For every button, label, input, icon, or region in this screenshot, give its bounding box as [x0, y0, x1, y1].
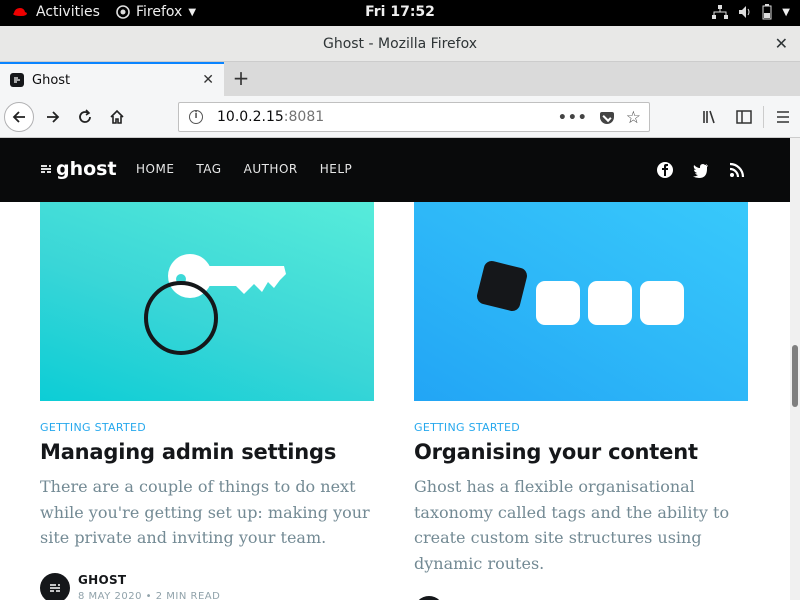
tab-ghost[interactable]: Ghost ✕	[0, 62, 224, 96]
post-date-readtime: 8 MAY 2020 • 2 MIN READ	[78, 591, 220, 600]
system-tray[interactable]: ▼	[712, 4, 790, 20]
activities-button[interactable]: Activities	[12, 4, 100, 20]
scrollbar-thumb[interactable]	[792, 345, 798, 407]
nav-help[interactable]: HELP	[320, 162, 353, 176]
twitter-icon[interactable]	[692, 161, 710, 179]
back-arrow-icon	[12, 111, 25, 123]
pocket-icon[interactable]	[599, 112, 614, 124]
post-tag[interactable]: GETTING STARTED	[40, 421, 374, 434]
post-date: 8 MAY 2020	[78, 590, 142, 600]
site-info-icon[interactable]: i	[189, 110, 203, 124]
home-button[interactable]	[102, 102, 132, 132]
home-icon	[110, 109, 124, 124]
reload-button[interactable]	[70, 102, 100, 132]
url-port: :8081	[283, 109, 325, 125]
post-meta	[414, 596, 748, 600]
logo-text: ghost	[56, 158, 117, 180]
tab-label: Ghost	[32, 72, 71, 88]
chevron-down-icon: ▼	[782, 6, 790, 18]
rss-icon[interactable]	[728, 161, 746, 179]
window-title: Ghost - Mozilla Firefox	[322, 36, 478, 52]
nav-author[interactable]: AUTHOR	[244, 162, 298, 176]
post-tag[interactable]: GETTING STARTED	[414, 421, 748, 434]
post-title[interactable]: Organising your content	[414, 440, 748, 464]
toolbar-separator	[763, 106, 764, 128]
window-titlebar: Ghost - Mozilla Firefox ✕	[0, 26, 800, 62]
blocks-illustration-icon	[477, 261, 684, 325]
firefox-app-icon	[116, 5, 130, 19]
url-bar[interactable]: i 10.0.2.15:8081 ••• ☆	[178, 102, 650, 132]
post-meta: GHOST 8 MAY 2020 • 2 MIN READ	[40, 572, 374, 600]
ghost-logo-icon	[50, 583, 60, 592]
redhat-logo-icon	[13, 8, 27, 16]
post-image[interactable]	[414, 202, 748, 401]
site-nav: HOME TAG AUTHOR HELP	[136, 162, 352, 176]
hamburger-menu-icon[interactable]	[766, 102, 800, 132]
tab-strip: Ghost ✕ +	[0, 62, 800, 96]
volume-icon	[739, 6, 750, 18]
forward-button[interactable]	[38, 102, 68, 132]
forward-arrow-icon	[47, 111, 60, 123]
ghost-logo-icon	[41, 165, 51, 173]
battery-icon	[762, 4, 772, 20]
back-button[interactable]	[4, 102, 34, 132]
post-title[interactable]: Managing admin settings	[40, 440, 374, 464]
post-excerpt: Ghost has a flexible organisational taxo…	[414, 477, 730, 573]
facebook-icon[interactable]	[656, 161, 674, 179]
site-header: ghost HOME TAG AUTHOR HELP	[0, 138, 790, 202]
author-name[interactable]: GHOST	[78, 573, 220, 587]
network-icon	[712, 5, 729, 19]
nav-tag[interactable]: TAG	[196, 162, 221, 176]
activities-label: Activities	[36, 4, 100, 20]
post-card[interactable]: GETTING STARTED Organising your content …	[414, 202, 748, 600]
ghost-favicon-icon	[10, 73, 24, 87]
read-time: 2 MIN READ	[155, 590, 221, 600]
post-image[interactable]	[40, 202, 374, 401]
site-logo[interactable]: ghost	[40, 158, 117, 180]
new-tab-button[interactable]: +	[230, 66, 252, 90]
library-icon[interactable]	[693, 102, 727, 132]
system-top-bar: Activities Firefox ▼ Fri 17:52 ▼	[0, 0, 800, 26]
window-close-button[interactable]: ✕	[775, 34, 788, 53]
author-avatar[interactable]	[414, 596, 444, 600]
social-links	[656, 161, 746, 179]
clock[interactable]: Fri 17:52	[365, 4, 435, 20]
reload-icon	[79, 109, 91, 123]
url-host: 10.0.2.15	[217, 109, 284, 125]
chevron-down-icon: ▼	[188, 6, 197, 18]
author-avatar[interactable]	[40, 572, 70, 600]
tab-close-icon[interactable]: ✕	[202, 72, 214, 88]
page-actions-icon[interactable]: •••	[558, 110, 588, 126]
post-card[interactable]: GETTING STARTED Managing admin settings …	[40, 202, 374, 600]
nav-home[interactable]: HOME	[136, 162, 174, 176]
post-feed: GETTING STARTED Managing admin settings …	[0, 202, 790, 600]
bookmark-star-icon[interactable]: ☆	[626, 108, 641, 128]
app-menu[interactable]: Firefox ▼	[116, 4, 196, 20]
app-menu-label: Firefox	[136, 4, 183, 20]
sidebar-icon[interactable]	[727, 102, 761, 132]
post-excerpt: There are a couple of things to do next …	[40, 477, 370, 547]
navigation-toolbar: i 10.0.2.15:8081 ••• ☆	[0, 96, 800, 138]
key-illustration-icon	[144, 254, 286, 355]
meta-dot: •	[145, 590, 156, 600]
